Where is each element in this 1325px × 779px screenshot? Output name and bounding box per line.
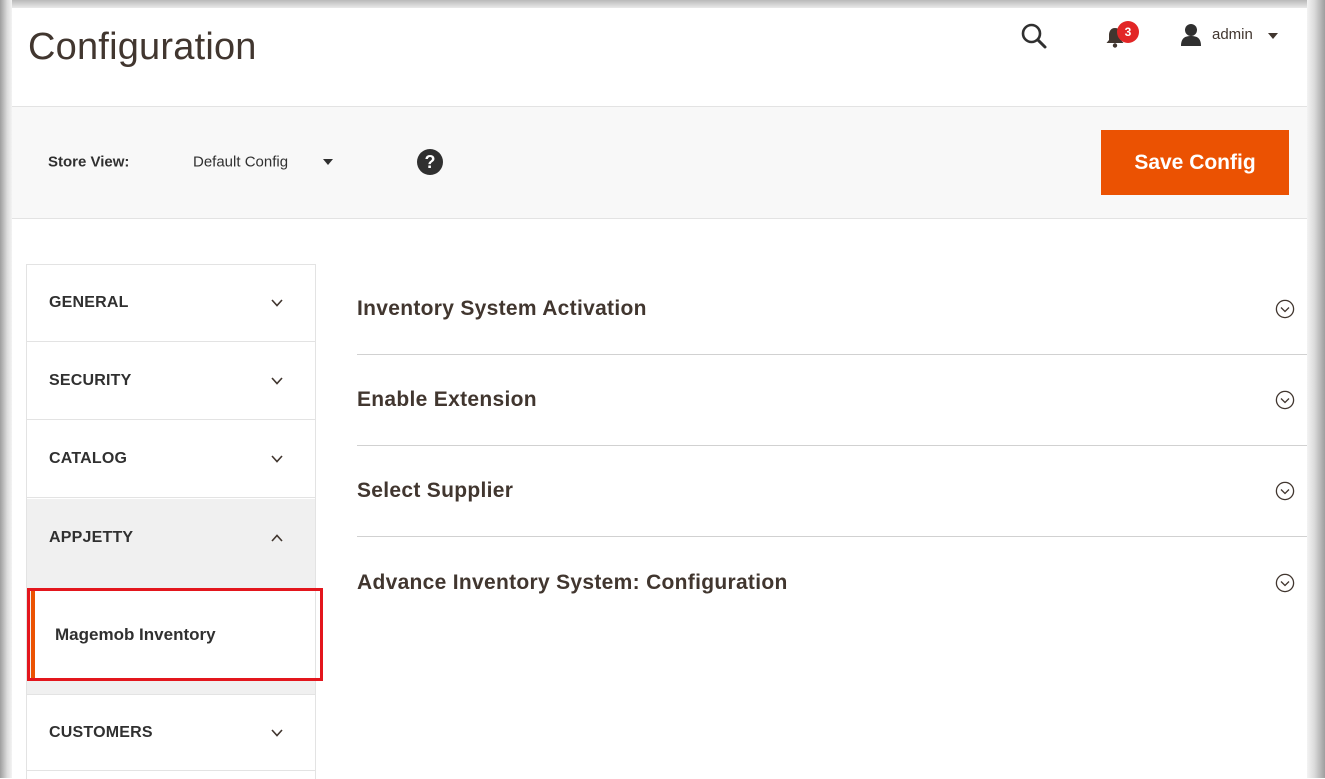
section-advance-inventory-configuration[interactable]: Advance Inventory System: Configuration: [357, 537, 1307, 628]
sidebar-item-label: SECURITY: [49, 372, 132, 389]
sidebar-item-appjetty[interactable]: APPJETTY: [27, 499, 315, 576]
config-sidebar: GENERAL SECURITY CATALOG APPJETTY Magemo…: [26, 264, 323, 779]
page-title: Configuration: [28, 26, 257, 68]
sidebar-item-security[interactable]: SECURITY: [27, 343, 315, 420]
section-enable-extension[interactable]: Enable Extension: [357, 355, 1307, 446]
section-title: Select Supplier: [357, 479, 514, 502]
chevron-down-icon[interactable]: [1268, 33, 1278, 39]
help-icon[interactable]: ?: [417, 149, 443, 175]
sidebar-item-catalog[interactable]: CATALOG: [27, 421, 315, 498]
chevron-down-icon[interactable]: [323, 159, 333, 165]
user-icon[interactable]: [1180, 23, 1202, 47]
expand-circle-icon[interactable]: [1275, 299, 1295, 319]
section-select-supplier[interactable]: Select Supplier: [357, 446, 1307, 537]
frame-shadow-left: [0, 0, 12, 778]
chevron-down-icon: [271, 728, 283, 737]
expand-circle-icon[interactable]: [1275, 481, 1295, 501]
frame-shadow-top: [0, 0, 1325, 8]
store-view-select[interactable]: Default Config: [193, 154, 288, 171]
frame-shadow-right: [1307, 0, 1325, 778]
sidebar-sub-item-label: Magemob Inventory: [55, 625, 216, 644]
sidebar-item-magemob-inventory[interactable]: Magemob Inventory: [31, 590, 315, 680]
section-title: Advance Inventory System: Configuration: [357, 570, 788, 594]
chevron-down-icon: [271, 455, 283, 463]
sidebar-item-general[interactable]: GENERAL: [27, 265, 315, 342]
section-title: Inventory System Activation: [357, 297, 647, 320]
expand-circle-icon[interactable]: [1275, 573, 1295, 593]
page: Configuration 3 admin Store View: Defaul…: [12, 8, 1307, 779]
search-icon[interactable]: [1020, 22, 1048, 50]
appjetty-subsection: Magemob Inventory: [27, 576, 323, 694]
save-config-button[interactable]: Save Config: [1101, 130, 1289, 195]
sidebar-item-label: APPJETTY: [49, 528, 134, 546]
chevron-down-icon: [271, 377, 283, 385]
expand-circle-icon[interactable]: [1275, 390, 1295, 410]
store-view-label: Store View:: [48, 153, 130, 171]
sidebar-item-customers[interactable]: CUSTOMERS: [27, 694, 315, 771]
notifications-badge[interactable]: 3: [1117, 21, 1139, 43]
section-inventory-system-activation[interactable]: Inventory System Activation: [357, 264, 1307, 355]
section-title: Enable Extension: [357, 388, 537, 411]
user-name[interactable]: admin: [1212, 26, 1253, 43]
chevron-up-icon: [271, 533, 283, 542]
sidebar-item-label: GENERAL: [49, 294, 129, 311]
sidebar-item-label: CUSTOMERS: [49, 723, 153, 741]
sidebar-item-label: CATALOG: [49, 450, 128, 467]
store-view-bar: Store View: Default Config ? Save Config: [12, 106, 1307, 219]
chevron-down-icon: [271, 299, 283, 307]
